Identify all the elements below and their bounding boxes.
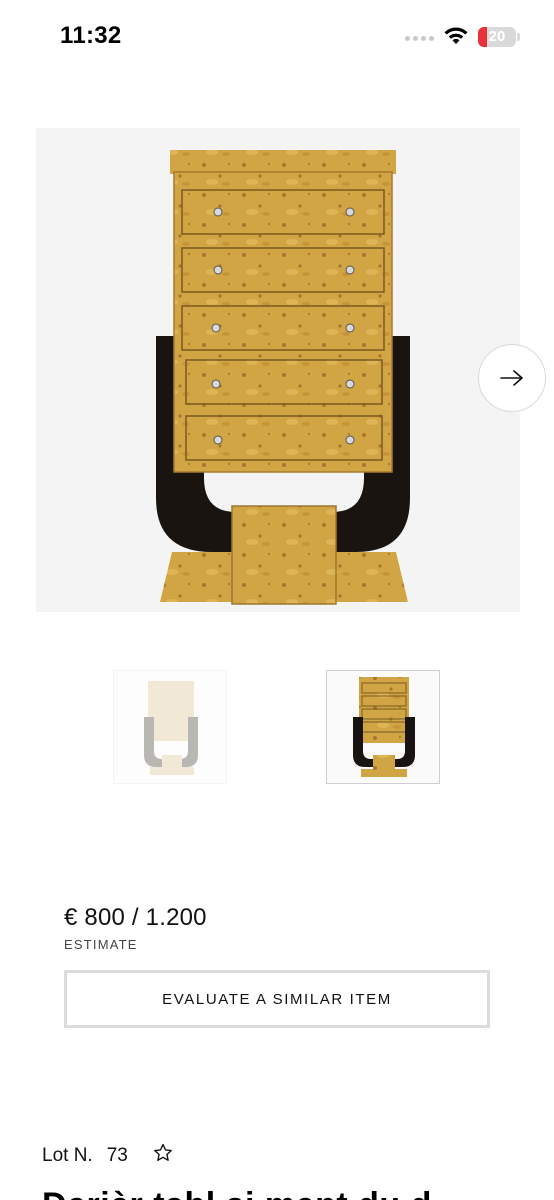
lot-number: 73 bbox=[106, 1144, 128, 1166]
lot-row: Lot N. 73 bbox=[42, 1142, 174, 1169]
lot-label: Lot N. bbox=[42, 1144, 93, 1166]
lot-main-image[interactable] bbox=[36, 128, 520, 612]
status-bar: 11:32 20 bbox=[0, 0, 554, 72]
cabinet-illustration bbox=[156, 150, 410, 605]
next-image-button[interactable] bbox=[478, 344, 546, 412]
wifi-icon bbox=[444, 27, 468, 44]
star-outline-icon[interactable] bbox=[152, 1142, 174, 1169]
estimate-value: € 800 / 1.200 bbox=[64, 904, 207, 931]
estimate-label: ESTIMATE bbox=[64, 937, 138, 952]
signal-dots-icon bbox=[405, 36, 434, 41]
lot-title: Derièr tabl ai ment du d bbox=[42, 1186, 432, 1200]
status-time: 11:32 bbox=[60, 22, 122, 49]
evaluate-similar-item-button[interactable]: EVALUATE A SIMILAR ITEM bbox=[64, 970, 490, 1028]
arrow-right-icon bbox=[500, 370, 523, 386]
thumbnail-2[interactable] bbox=[326, 670, 440, 784]
battery-level: 20 bbox=[488, 28, 506, 45]
battery-icon: 20 bbox=[478, 27, 516, 47]
thumbnail-1[interactable] bbox=[113, 670, 227, 784]
lot-detail-screen: 11:32 20 € 800 / 1.200 ESTIMATE EVALUATE… bbox=[0, 0, 554, 1200]
